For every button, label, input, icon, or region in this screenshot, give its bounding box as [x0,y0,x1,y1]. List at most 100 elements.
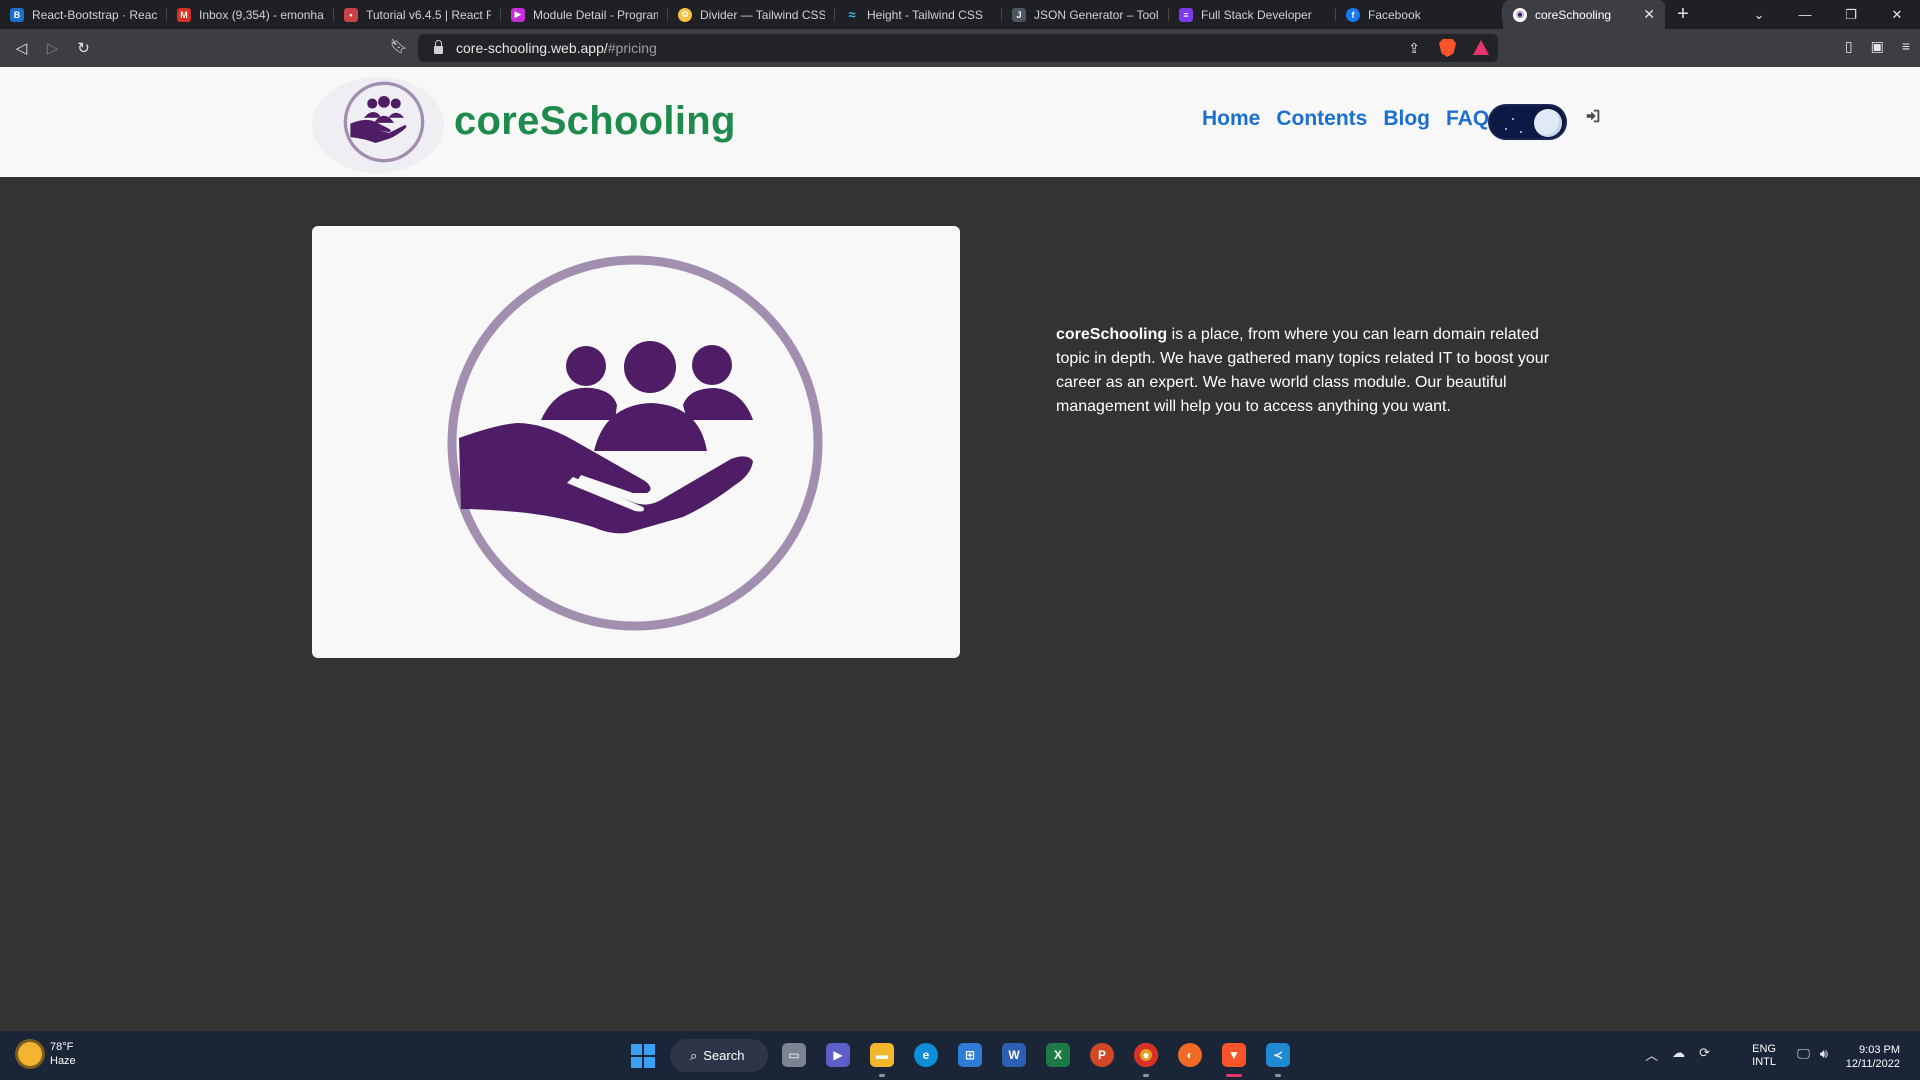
programming-hero-icon: ▶ [511,7,525,22]
window-controls: ⌄ — ❐ ✕ [1736,0,1920,29]
moon-icon [1534,109,1562,137]
teams-chat-icon[interactable]: ▶ [826,1043,850,1067]
brave-rewards-icon[interactable] [1473,40,1489,55]
about-brand: coreSchooling [1056,326,1168,343]
react-router-icon: • [344,7,358,22]
excel-icon[interactable]: X [1046,1043,1070,1067]
search-icon: ⌕ [690,1047,698,1063]
new-tab-button[interactable]: + [1665,0,1701,29]
sidebar-icon[interactable]: ▯ [1845,38,1853,55]
address-bar: ◁ ▷ ↻ 🔖︎ core-schooling.web.app/#pricing… [0,29,1920,67]
daisyui-icon: ✿ [678,7,692,22]
main-nav: Home Contents Blog FAQ [1202,107,1489,131]
nav-blog-link[interactable]: Blog [1383,107,1430,131]
clock-date: 12/11/2022 [1845,1058,1900,1070]
weather-icon [18,1042,42,1066]
edge-icon[interactable]: e [914,1043,938,1067]
tailwind-icon: ≈ [848,7,856,22]
login-icon[interactable] [1584,107,1602,125]
show-hidden-icons-icon[interactable]: ︿ [1645,1045,1658,1064]
tab-facebook[interactable]: f Facebook [1336,0,1503,29]
coreschooling-icon: ◉ [1513,7,1527,22]
coreschooling-logo-icon[interactable] [342,80,426,164]
minimize-icon[interactable]: — [1782,7,1828,22]
taskbar: 78°F Haze ⌕ Search ▭ ▶ ▬ e ⊞ W X P ● ◐ ▼ ≺… [0,1031,1920,1080]
tab-react-router[interactable]: • Tutorial v6.4.5 | React R [334,0,501,29]
lang-bottom: INTL [1752,1056,1776,1068]
url-path: #pricing [607,40,657,56]
facebook-icon: f [1346,7,1360,22]
chrome-icon[interactable]: ● [1134,1043,1158,1067]
close-window-icon[interactable]: ✕ [1874,7,1920,23]
star-icon [1520,131,1522,133]
share-icon[interactable]: ⇪ [1408,40,1420,57]
system-icons[interactable]: 🖵︎ 🔊︎ [1797,1046,1828,1062]
language-indicator[interactable]: ENG INTL [1752,1043,1776,1069]
brave-icon[interactable]: ▼ [1222,1043,1246,1067]
document-icon: ≡ [1179,7,1193,22]
running-indicator [879,1074,885,1077]
tab-react-bootstrap[interactable]: B React-Bootstrap · React [0,0,167,29]
tab-module-detail[interactable]: ▶ Module Detail - Program [501,0,668,29]
weather-desc: Haze [50,1055,76,1067]
search-label: Search [703,1048,745,1063]
about-text: coreSchooling is a place, from where you… [1056,323,1556,419]
url-field[interactable]: core-schooling.web.app/#pricing ⇪ [418,34,1498,62]
json-generator-icon: J [1012,7,1026,22]
browser-right-controls: ▯ ▣ ≡ [1845,38,1910,55]
site-header: coreSchooling Home Contents Blog FAQ [0,67,1920,177]
close-tab-icon[interactable]: ✕ [1637,6,1655,23]
sync-icon[interactable]: ⟳ [1699,1045,1710,1064]
nav-contents-link[interactable]: Contents [1276,107,1367,131]
firefox-icon[interactable]: ◐ [1178,1043,1202,1067]
nav-faq-link[interactable]: FAQ [1446,107,1489,131]
nav-home-link[interactable]: Home [1202,107,1260,131]
coreschooling-hero-logo-icon [447,255,823,631]
powerpoint-icon[interactable]: P [1090,1043,1114,1067]
vscode-icon[interactable]: ≺ [1266,1043,1290,1067]
browser-tab-strip: B React-Bootstrap · React M Inbox (9,354) … [0,0,1920,29]
tab-height-tailwind[interactable]: ≈ Height - Tailwind CSS [835,0,1002,29]
tab-search-icon[interactable]: ⌄ [1736,7,1782,23]
theme-toggle[interactable] [1488,104,1567,140]
menu-icon[interactable]: ≡ [1902,38,1910,55]
running-indicator [1143,1074,1149,1077]
url-host: core-schooling.web.app/ [456,40,608,56]
lock-icon [434,40,443,54]
tab-coreschooling[interactable]: ◉ coreSchooling ✕ [1503,0,1665,29]
taskbar-search[interactable]: ⌕ Search [670,1039,768,1072]
tab-json-generator[interactable]: J JSON Generator – Tool f [1002,0,1169,29]
forward-icon[interactable]: ▷ [37,39,68,57]
brave-shield-icon[interactable] [1439,39,1456,57]
task-view-icon[interactable]: ▭ [782,1043,806,1067]
hero-image-card [312,226,960,658]
tab-full-stack[interactable]: ≡ Full Stack Developer [1169,0,1336,29]
star-icon [1512,118,1514,120]
store-icon[interactable]: ⊞ [958,1043,982,1067]
reload-icon[interactable]: ↻ [68,39,99,57]
running-indicator [1275,1074,1281,1077]
active-indicator [1226,1074,1242,1077]
tab-divider-tailwind[interactable]: ✿ Divider — Tailwind CSS [668,0,835,29]
weather-widget[interactable]: 78°F Haze [18,1040,76,1068]
brand-name[interactable]: coreSchooling [454,99,736,144]
clock-time: 9:03 PM [1859,1044,1900,1056]
lang-top: ENG [1752,1043,1776,1055]
system-tray: ︿ ☁ ⟳ [1645,1045,1710,1064]
network-icon: 🖵︎ [1797,1046,1810,1061]
restore-icon[interactable]: ❐ [1828,7,1874,23]
tab-gmail[interactable]: M Inbox (9,354) - emonha [167,0,334,29]
word-icon[interactable]: W [1002,1043,1026,1067]
start-button[interactable] [631,1044,655,1068]
react-bootstrap-icon: B [10,7,24,22]
wallet-icon[interactable]: ▣ [1871,38,1884,55]
weather-temp: 78°F [50,1041,74,1053]
bookmark-icon[interactable]: 🔖︎ [390,38,408,55]
star-icon [1505,128,1507,130]
gmail-icon: M [177,7,191,22]
clock[interactable]: 9:03 PM 12/11/2022 [1846,1043,1900,1071]
volume-icon: 🔊︎ [1819,1046,1828,1061]
back-icon[interactable]: ◁ [6,39,37,57]
onedrive-icon[interactable]: ☁ [1672,1045,1685,1064]
file-explorer-icon[interactable]: ▬ [870,1043,894,1067]
